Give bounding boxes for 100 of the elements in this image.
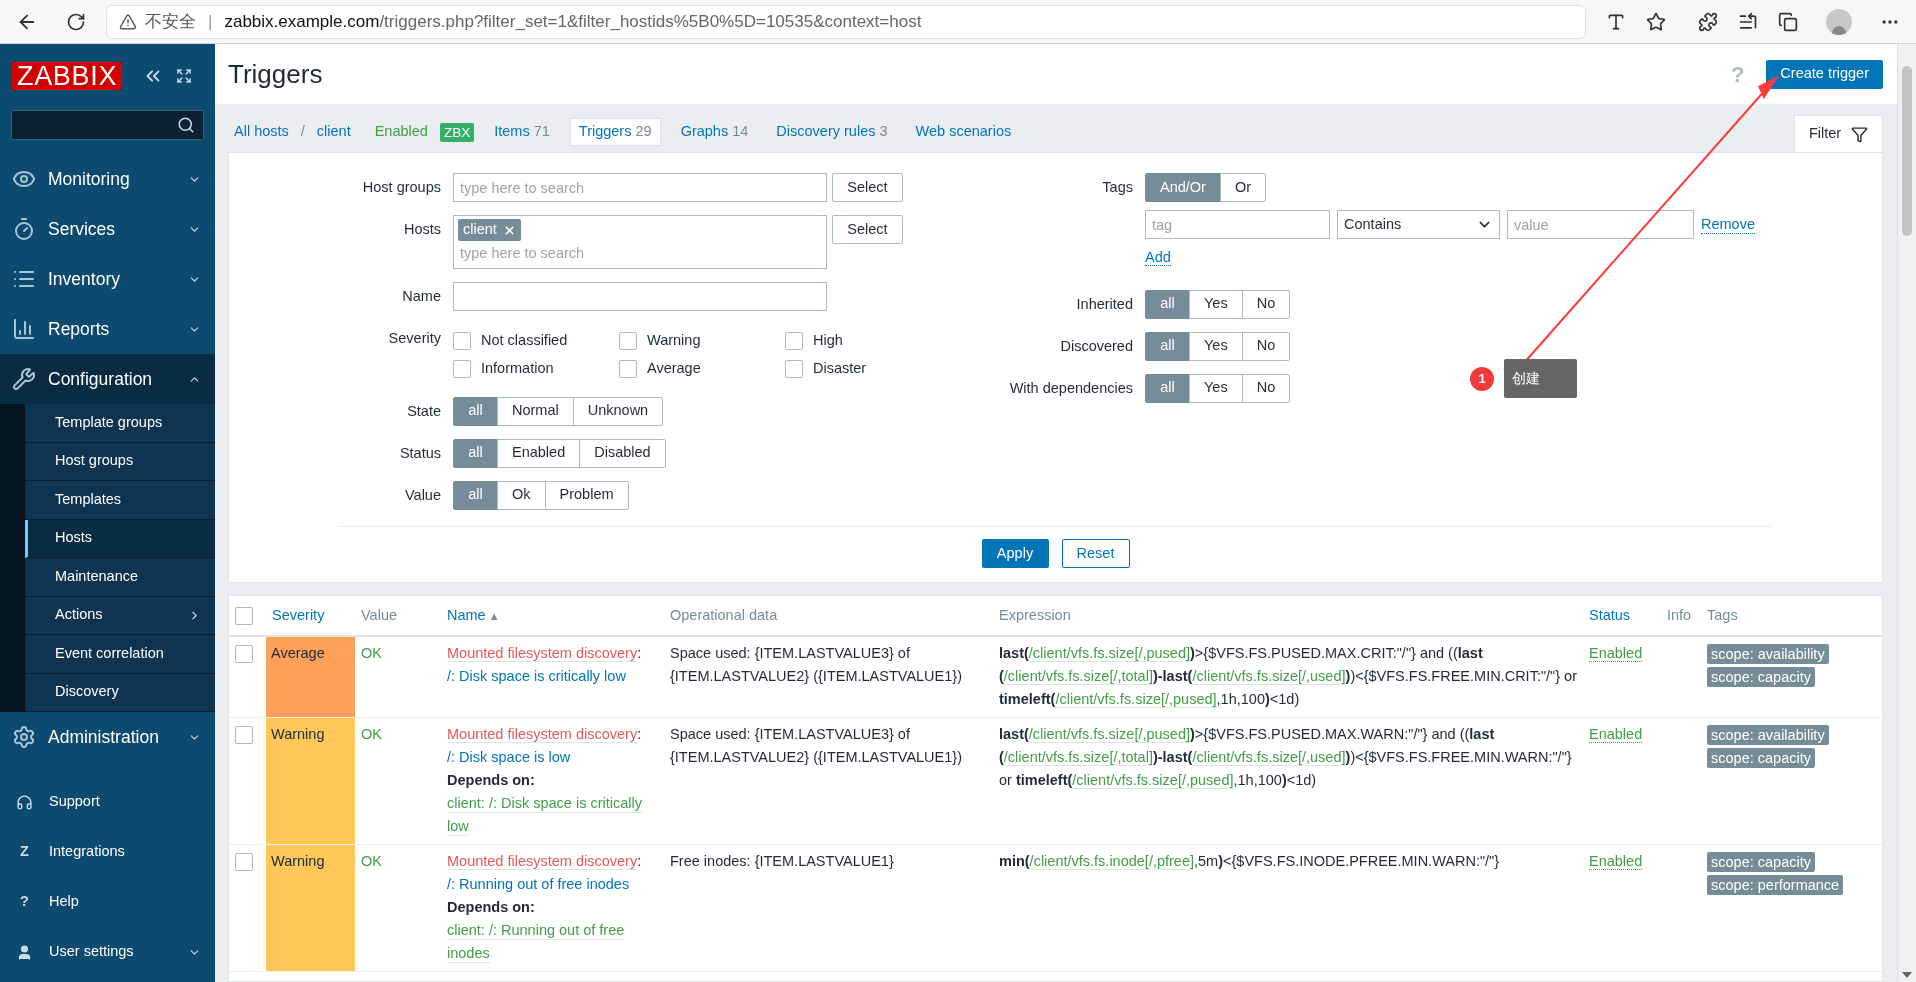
item-link[interactable]: /client/vfs.fs.size[/,pused]: [1028, 726, 1190, 743]
checkbox[interactable]: [453, 331, 471, 350]
dependency-link[interactable]: client: /: Running out of free inodes: [447, 919, 658, 965]
puzzle-icon[interactable]: [1698, 11, 1718, 32]
breadcrumb-link[interactable]: All hosts: [234, 121, 289, 143]
segment-option[interactable]: Normal: [497, 396, 574, 426]
segment-option[interactable]: And/Or: [1145, 173, 1221, 202]
submenu-item[interactable]: Event correlation: [25, 635, 215, 674]
item-link[interactable]: /client/vfs.fs.size[/,pused]: [1072, 772, 1234, 789]
search-field[interactable]: [11, 110, 204, 140]
host-tab[interactable]: Triggers 29: [569, 118, 661, 146]
menu-item[interactable]: ? Help: [0, 877, 215, 927]
menu-item[interactable]: Configuration: [0, 354, 215, 404]
trigger-link[interactable]: /: Running out of free inodes: [447, 876, 630, 892]
trigger-link[interactable]: /: Disk space is critically low: [447, 668, 626, 684]
favorites-icon[interactable]: [1738, 11, 1758, 32]
item-link[interactable]: /client/vfs.fs.size[/,pused]: [1055, 691, 1217, 708]
host-tab[interactable]: Graphs 14: [672, 119, 757, 145]
host-tab[interactable]: Discovery rules 3: [768, 119, 896, 145]
segment-option[interactable]: all: [1145, 289, 1190, 319]
menu-item[interactable]: Administration: [0, 712, 215, 762]
menu-item[interactable]: Reports: [0, 304, 215, 354]
checkbox[interactable]: [785, 331, 803, 350]
item-link[interactable]: /client/vfs.fs.size[/,pused]: [1028, 645, 1190, 662]
segment-option[interactable]: all: [453, 480, 498, 510]
submenu-item[interactable]: Host groups: [25, 442, 215, 481]
checkbox[interactable]: [235, 645, 253, 663]
select-button[interactable]: Select: [832, 215, 903, 244]
zabbix-logo[interactable]: ZABBIX: [12, 62, 123, 90]
add-link[interactable]: Add: [1145, 249, 1171, 266]
menu-item[interactable]: User settings: [0, 927, 215, 977]
tag-field[interactable]: tag: [1145, 210, 1330, 239]
create-trigger-button[interactable]: Create trigger: [1766, 59, 1883, 89]
segment-option[interactable]: all: [453, 438, 498, 468]
segment-option[interactable]: Yes: [1189, 331, 1243, 361]
host-tab[interactable]: Items 71: [486, 119, 558, 145]
segment-option[interactable]: Or: [1219, 173, 1267, 202]
submenu-item[interactable]: Actions: [25, 596, 215, 635]
checkbox[interactable]: [235, 853, 253, 871]
submenu-item[interactable]: Discovery: [25, 673, 215, 712]
segment-option[interactable]: all: [1145, 331, 1190, 361]
checkbox[interactable]: [453, 359, 471, 378]
segment-option[interactable]: Yes: [1189, 289, 1243, 319]
remove-link[interactable]: Remove: [1701, 215, 1755, 234]
segment-option[interactable]: Problem: [544, 480, 629, 510]
submenu-item[interactable]: Templates: [25, 481, 215, 520]
filter-tab[interactable]: Filter: [1794, 115, 1883, 152]
segment-option[interactable]: Enabled: [497, 438, 581, 468]
checkbox[interactable]: [235, 606, 253, 625]
apply-button[interactable]: Apply: [981, 539, 1049, 568]
hosts-field[interactable]: client type here to search: [453, 215, 827, 269]
column-header[interactable]: Status: [1589, 606, 1631, 623]
column-header[interactable]: Severity: [272, 606, 325, 623]
item-link[interactable]: /client/vfs.fs.size[/,total]: [1003, 749, 1153, 766]
item-link[interactable]: /client/vfs.fs.size[/,used]: [1192, 749, 1346, 766]
kiosk-icon[interactable]: [176, 68, 193, 84]
segment-option[interactable]: Disabled: [579, 438, 666, 468]
segment-option[interactable]: Yes: [1189, 373, 1243, 403]
menu-item[interactable]: Inventory: [0, 254, 215, 304]
segment-option[interactable]: No: [1241, 373, 1291, 403]
dependency-link[interactable]: client: /: Disk space is critically low: [447, 792, 658, 838]
segment-option[interactable]: Ok: [497, 480, 546, 510]
segment-option[interactable]: all: [1145, 373, 1190, 403]
item-link[interactable]: /client/vfs.fs.size[/,used]: [1192, 668, 1346, 685]
item-link[interactable]: /client/vfs.fs.size[/,total]: [1003, 668, 1153, 685]
operator-dropdown[interactable]: Contains: [1337, 210, 1500, 239]
value-field[interactable]: value: [1507, 210, 1694, 239]
column-header[interactable]: Name ▲: [447, 606, 500, 623]
trigger-link[interactable]: /: Disk space is low: [447, 749, 571, 765]
address-bar[interactable]: 不安全 | zabbix.example.com/triggers.php?filter_set=1&filter_hostids%5B0%5D=10535&context=host: [106, 4, 1586, 39]
host-tab[interactable]: Web scenarios: [907, 119, 1020, 145]
reset-button[interactable]: Reset: [1061, 539, 1130, 568]
status-link[interactable]: Enabled: [1589, 645, 1643, 662]
scrollbar[interactable]: [1897, 44, 1916, 982]
breadcrumb-link[interactable]: client: [316, 121, 351, 143]
checkbox[interactable]: [619, 331, 637, 350]
reload-icon[interactable]: [66, 11, 86, 32]
name-field[interactable]: [453, 282, 827, 311]
host-chip[interactable]: client: [458, 219, 521, 241]
segment-option[interactable]: Unknown: [572, 396, 664, 426]
segment-option[interactable]: all: [453, 396, 498, 426]
status-link[interactable]: Enabled: [1589, 726, 1643, 743]
checkbox[interactable]: [235, 726, 253, 744]
checkbox[interactable]: [785, 359, 803, 378]
submenu-item[interactable]: Maintenance: [25, 558, 215, 597]
menu-item[interactable]: Z Integrations: [0, 827, 215, 877]
segment-option[interactable]: No: [1241, 289, 1291, 319]
item-link[interactable]: /client/vfs.fs.inode[/,pfree]: [1029, 853, 1195, 870]
submenu-item[interactable]: Hosts: [25, 519, 215, 558]
remove-icon[interactable]: [502, 223, 516, 237]
checkbox[interactable]: [619, 359, 637, 378]
status-link[interactable]: Enabled: [1589, 853, 1643, 870]
avatar-icon[interactable]: [1826, 8, 1852, 35]
submenu-item[interactable]: Template groups: [25, 404, 215, 443]
star-icon[interactable]: [1646, 11, 1666, 32]
menu-item[interactable]: Support: [0, 777, 215, 827]
copy-icon[interactable]: [1778, 11, 1798, 32]
menu-item[interactable]: Services: [0, 204, 215, 254]
menu-item[interactable]: Monitoring: [0, 154, 215, 204]
select-button[interactable]: Select: [832, 173, 903, 202]
